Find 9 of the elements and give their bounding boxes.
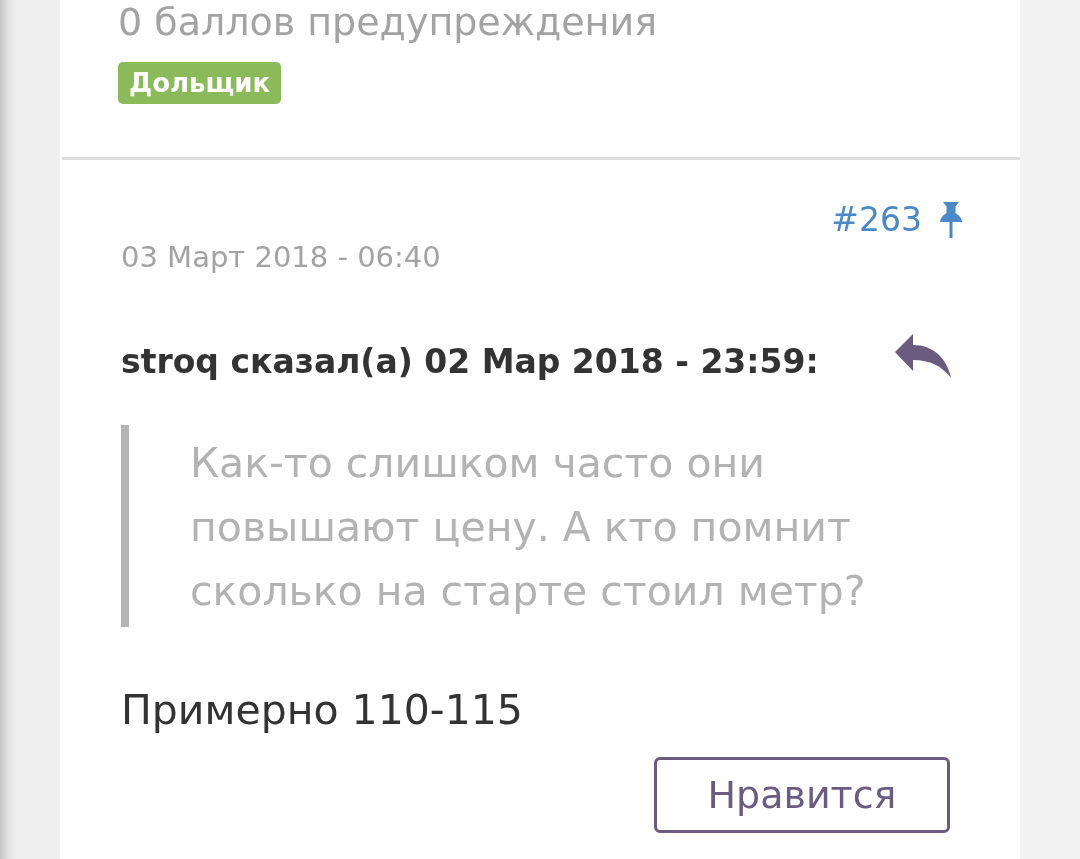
like-button[interactable]: Нравится bbox=[654, 757, 950, 833]
reply-arrow-icon[interactable] bbox=[894, 334, 951, 378]
quote-citation: stroq сказал(а) 02 Мар 2018 - 23:59: bbox=[121, 341, 819, 383]
post-date: 03 Март 2018 - 06:40 bbox=[121, 240, 442, 274]
group-badge: Дольщик bbox=[118, 62, 282, 104]
warning-points-text: 0 баллов предупреждения bbox=[118, 0, 658, 44]
post-number-link[interactable]: #263 bbox=[831, 200, 922, 240]
post-body-text: Примерно 110-115 bbox=[121, 686, 524, 734]
quoted-text: Как-то слишком часто они повышают цену. А кто помнит сколько на старте стоил метр? bbox=[190, 438, 867, 617]
